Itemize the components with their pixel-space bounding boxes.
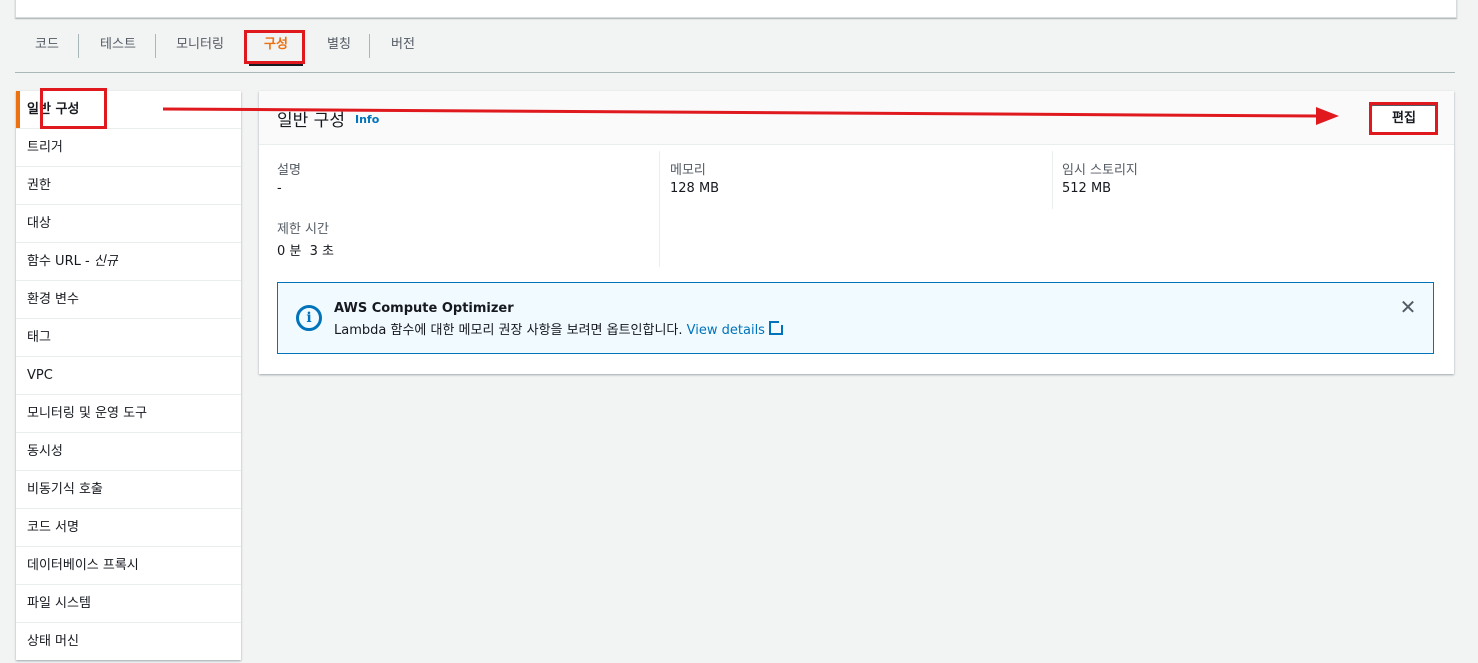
- compute-optimizer-alert: i AWS Compute Optimizer Lambda 함수에 대한 메모…: [277, 282, 1434, 354]
- timeout-value: 0 분 3 초: [277, 244, 334, 259]
- general-configuration-panel: 일반 구성 Info 편집 설명 - 제한 시간 0 분 3 초 메모리 128…: [259, 91, 1454, 374]
- sidebar-item-concurrency[interactable]: 동시성: [16, 432, 241, 470]
- column-divider: [659, 151, 660, 267]
- sidebar-item-state-machines[interactable]: 상태 머신: [16, 622, 241, 660]
- view-details-link[interactable]: View details: [687, 323, 765, 338]
- info-icon: i: [296, 305, 322, 331]
- sidebar-item-async-invocation[interactable]: 비동기식 호출: [16, 470, 241, 508]
- description-label: 설명: [277, 163, 301, 178]
- tab-test[interactable]: 테스트: [87, 30, 149, 60]
- tab-divider: [369, 34, 370, 58]
- alert-body: Lambda 함수에 대한 메모리 권장 사항을 보려면 옵트인합니다. Vie…: [334, 319, 784, 338]
- sidebar-item-environment-variables[interactable]: 환경 변수: [16, 280, 241, 318]
- alert-text: Lambda 함수에 대한 메모리 권장 사항을 보려면 옵트인합니다.: [334, 323, 687, 338]
- sidebar-item-triggers[interactable]: 트리거: [16, 128, 241, 166]
- tab-aliases[interactable]: 별칭: [315, 30, 363, 60]
- sidebar-item-monitoring-tools[interactable]: 모니터링 및 운영 도구: [16, 394, 241, 432]
- new-badge: 신규: [93, 254, 118, 269]
- sidebar-item-permissions[interactable]: 권한: [16, 166, 241, 204]
- panel-header: 일반 구성 Info 편집: [259, 91, 1454, 145]
- sidebar-item-file-systems[interactable]: 파일 시스템: [16, 584, 241, 622]
- sidebar-item-vpc[interactable]: VPC: [16, 356, 241, 394]
- sidebar-item-tags[interactable]: 태그: [16, 318, 241, 356]
- close-icon[interactable]: ✕: [1398, 297, 1418, 317]
- tab-versions[interactable]: 버전: [379, 30, 427, 60]
- tab-divider: [155, 34, 156, 58]
- ephemeral-storage-value: 512 MB: [1062, 181, 1112, 196]
- column-divider: [1052, 151, 1053, 209]
- sidebar-item-code-signing[interactable]: 코드 서명: [16, 508, 241, 546]
- sidebar-item-label: 함수 URL -: [27, 254, 94, 269]
- sidebar-item-function-url[interactable]: 함수 URL - 신규: [16, 242, 241, 280]
- top-card: [15, 0, 1457, 18]
- edit-button[interactable]: 편집: [1371, 105, 1437, 133]
- sidebar-item-general-configuration[interactable]: 일반 구성: [16, 91, 241, 128]
- tab-code[interactable]: 코드: [23, 30, 71, 60]
- tab-configuration[interactable]: 구성: [249, 30, 303, 66]
- timeout-label: 제한 시간: [277, 222, 329, 237]
- sidebar-item-destinations[interactable]: 대상: [16, 204, 241, 242]
- ephemeral-storage-label: 임시 스토리지: [1062, 163, 1138, 178]
- description-value: -: [277, 181, 282, 196]
- panel-title: 일반 구성: [277, 111, 345, 131]
- external-link-icon: [768, 320, 784, 335]
- config-sidebar: 일반 구성 트리거 권한 대상 함수 URL - 신규 환경 변수 태그 VPC…: [16, 91, 241, 660]
- tab-bar: 코드 테스트 모니터링 구성 별칭 버전: [15, 30, 1455, 73]
- memory-value: 128 MB: [670, 181, 720, 196]
- sidebar-item-database-proxies[interactable]: 데이터베이스 프록시: [16, 546, 241, 584]
- info-link[interactable]: Info: [355, 113, 379, 126]
- memory-label: 메모리: [670, 163, 706, 178]
- tab-monitoring[interactable]: 모니터링: [165, 30, 235, 60]
- alert-title: AWS Compute Optimizer: [334, 301, 514, 316]
- tab-divider: [78, 34, 79, 58]
